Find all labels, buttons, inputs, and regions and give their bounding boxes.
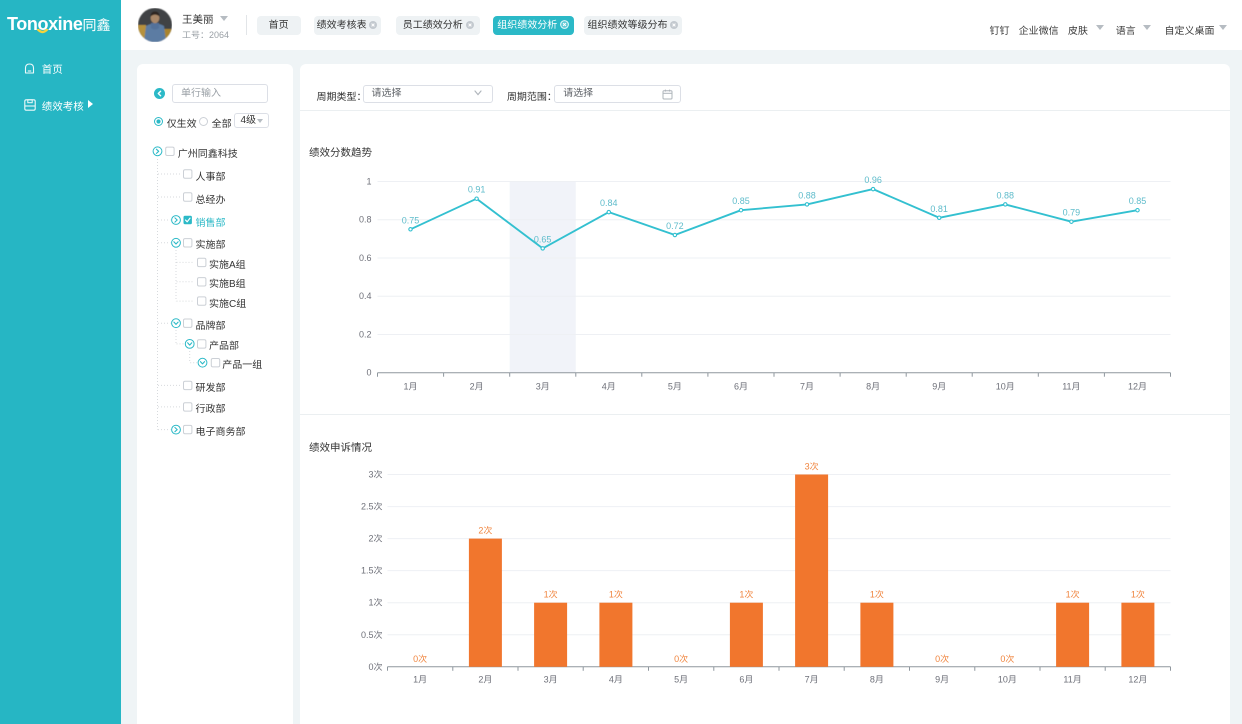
svg-text:1次: 1次 [368,598,382,608]
svg-text:6月: 6月 [739,675,753,685]
svg-text:0.81: 0.81 [930,204,948,214]
svg-text:0.5次: 0.5次 [360,630,382,640]
svg-text:0次: 0次 [935,654,949,664]
svg-text:3月: 3月 [535,382,549,392]
svg-text:2月: 2月 [478,675,492,685]
svg-text:5月: 5月 [667,382,681,392]
svg-text:1.5次: 1.5次 [360,566,382,576]
svg-text:2.5次: 2.5次 [360,502,382,512]
svg-text:0.65: 0.65 [533,234,551,244]
svg-text:1: 1 [366,177,371,187]
svg-text:4月: 4月 [608,675,622,685]
svg-text:10月: 10月 [997,675,1016,685]
svg-text:1次: 1次 [869,590,883,600]
svg-text:0.8: 0.8 [358,215,371,225]
svg-text:6月: 6月 [733,382,747,392]
svg-text:11月: 11月 [1062,382,1080,392]
svg-text:0次: 0次 [674,654,688,664]
svg-text:1月: 1月 [403,382,417,392]
svg-text:1次: 1次 [739,590,753,600]
svg-text:1次: 1次 [1065,590,1079,600]
svg-text:0.4: 0.4 [358,291,371,301]
svg-text:1次: 1次 [1130,590,1144,600]
svg-text:8月: 8月 [869,675,883,685]
svg-text:3次: 3次 [368,470,382,480]
svg-text:0.88: 0.88 [798,190,816,200]
svg-text:0.85: 0.85 [732,196,750,206]
svg-text:1次: 1次 [608,590,622,600]
svg-text:7月: 7月 [799,382,813,392]
svg-text:9月: 9月 [935,675,949,685]
svg-text:0次: 0次 [368,662,382,672]
svg-text:2月: 2月 [469,382,483,392]
svg-text:0.79: 0.79 [1062,208,1080,218]
svg-text:12月: 12月 [1127,382,1146,392]
svg-text:0次: 0次 [413,654,427,664]
svg-text:1月: 1月 [413,675,427,685]
svg-text:8月: 8月 [866,382,880,392]
svg-text:0.85: 0.85 [1128,196,1146,206]
svg-text:0.75: 0.75 [401,215,419,225]
svg-text:2次: 2次 [478,526,492,536]
svg-text:3月: 3月 [543,675,557,685]
svg-text:0次: 0次 [1000,654,1014,664]
svg-text:0.2: 0.2 [358,330,371,340]
svg-text:11月: 11月 [1063,675,1081,685]
svg-text:0.6: 0.6 [358,253,371,263]
svg-text:2次: 2次 [368,534,382,544]
svg-text:9月: 9月 [932,382,946,392]
svg-text:0.96: 0.96 [864,175,882,185]
svg-text:0.88: 0.88 [996,190,1014,200]
svg-text:1次: 1次 [543,590,557,600]
svg-text:0.72: 0.72 [666,221,684,231]
svg-text:12月: 12月 [1128,675,1147,685]
svg-text:3次: 3次 [804,462,818,472]
svg-text:7月: 7月 [804,675,818,685]
svg-text:0.84: 0.84 [600,198,618,208]
svg-text:5月: 5月 [674,675,688,685]
svg-text:4月: 4月 [601,382,615,392]
svg-text:10月: 10月 [995,382,1014,392]
svg-text:0.91: 0.91 [467,185,485,195]
svg-text:0: 0 [366,368,371,378]
